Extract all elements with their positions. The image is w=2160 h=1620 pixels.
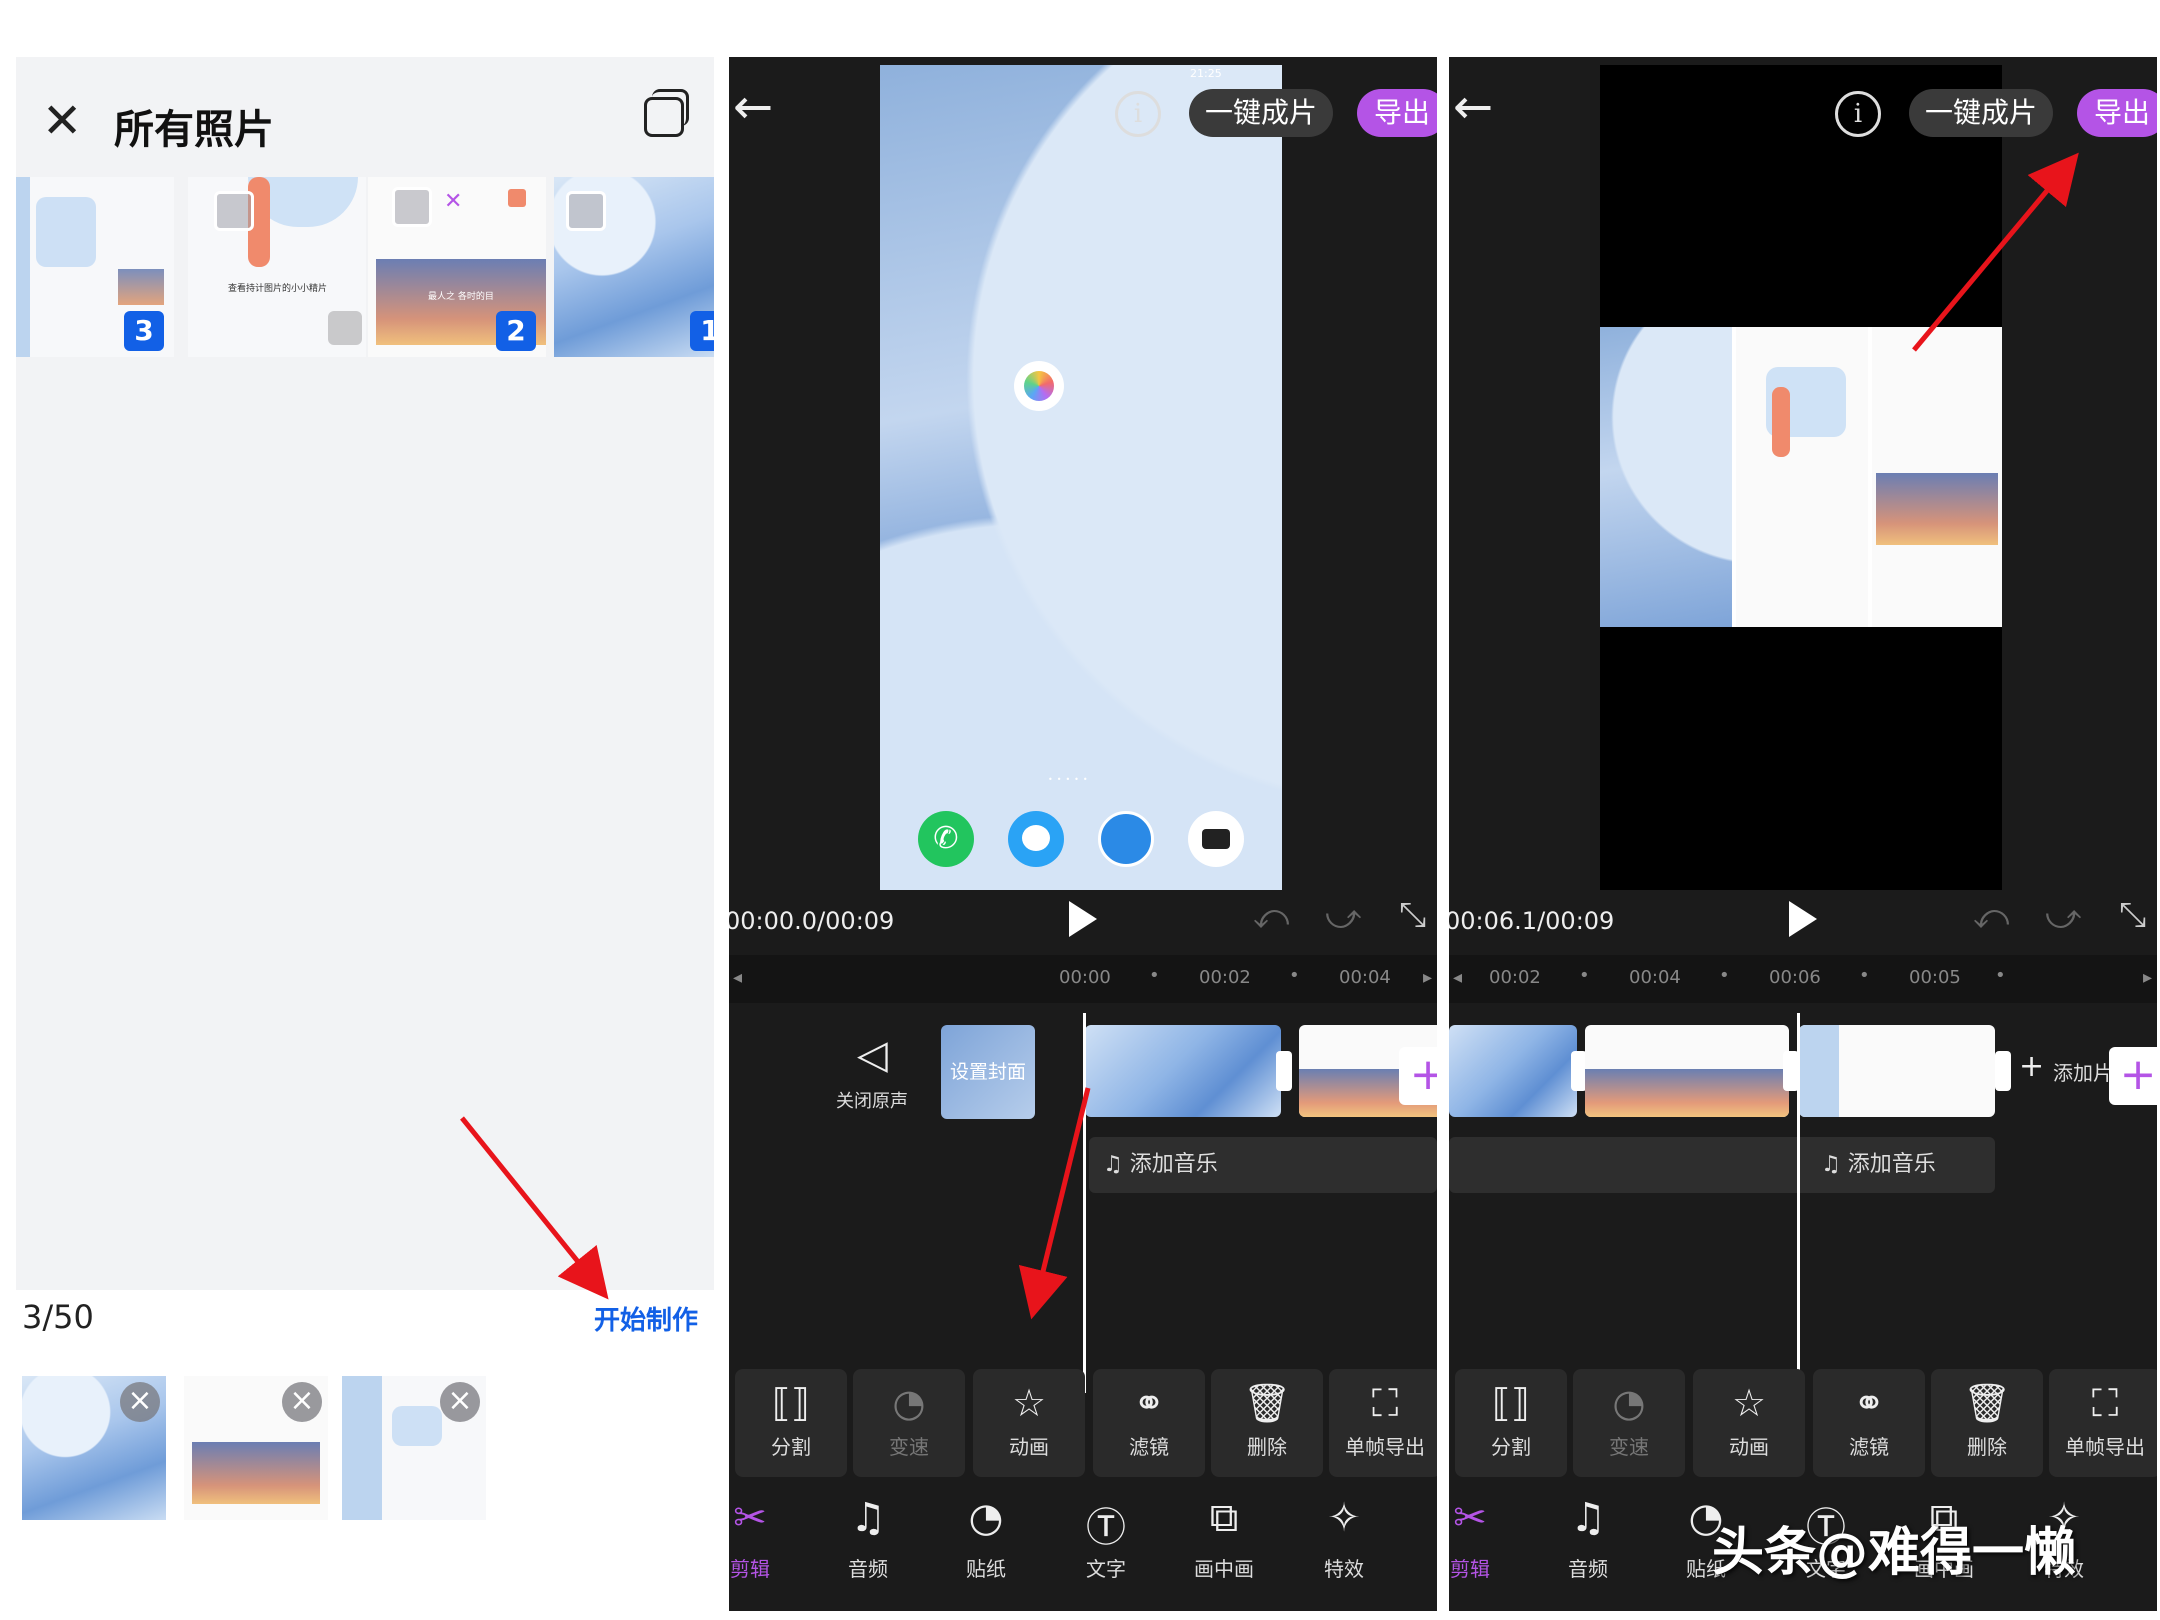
arrow-to-export [1912, 152, 2079, 352]
annotation-arrows [460, 152, 2079, 1320]
arrow-to-start-button [460, 1116, 609, 1300]
arrow-to-timeline [1018, 1087, 1091, 1320]
